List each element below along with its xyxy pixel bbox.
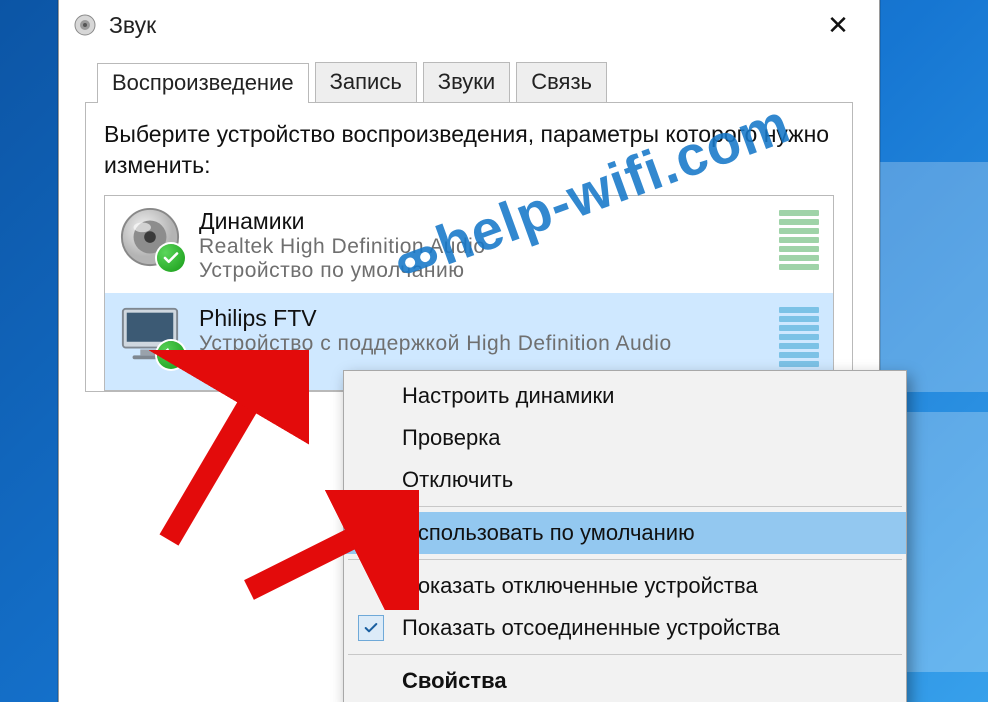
device-info: Philips FTV Устройство с поддержкой High… (199, 303, 761, 380)
context-menu: Настроить динамики Проверка Отключить Ис… (343, 370, 907, 702)
menu-show-disconnected[interactable]: Показать отсоединенные устройства (344, 607, 906, 649)
tab-playback[interactable]: Воспроизведение (97, 63, 309, 103)
level-meter (779, 303, 819, 380)
speaker-icon (119, 206, 181, 268)
tab-sounds[interactable]: Звуки (423, 62, 510, 102)
menu-configure-speakers[interactable]: Настроить динамики (344, 375, 906, 417)
menu-set-default[interactable]: Использовать по умолчанию (344, 512, 906, 554)
desktop-background: Звук ✕ Воспроизведение Запись Звуки Связ… (0, 0, 988, 702)
device-name: Philips FTV (199, 305, 761, 332)
menu-show-disabled[interactable]: Показать отключенные устройства (344, 565, 906, 607)
monitor-icon (119, 303, 181, 365)
menu-label: Показать отсоединенные устройства (402, 615, 780, 640)
titlebar: Звук ✕ (59, 0, 879, 50)
tab-strip: Воспроизведение Запись Звуки Связь (85, 62, 853, 102)
menu-separator (348, 654, 902, 655)
menu-properties[interactable]: Свойства (344, 660, 906, 702)
check-icon (358, 615, 384, 641)
menu-test[interactable]: Проверка (344, 417, 906, 459)
window-title: Звук (109, 12, 156, 39)
sound-icon (73, 13, 97, 37)
close-button[interactable]: ✕ (803, 0, 873, 50)
device-driver: Устройство с поддержкой High Definition … (199, 332, 761, 356)
menu-disable[interactable]: Отключить (344, 459, 906, 501)
default-check-icon (157, 244, 185, 272)
menu-separator (348, 506, 902, 507)
tab-recording[interactable]: Запись (315, 62, 417, 102)
tab-communications[interactable]: Связь (516, 62, 607, 102)
sound-dialog: Звук ✕ Воспроизведение Запись Звуки Связ… (58, 0, 880, 702)
phone-badge-icon (157, 341, 185, 369)
menu-separator (348, 559, 902, 560)
level-meter (779, 206, 819, 283)
